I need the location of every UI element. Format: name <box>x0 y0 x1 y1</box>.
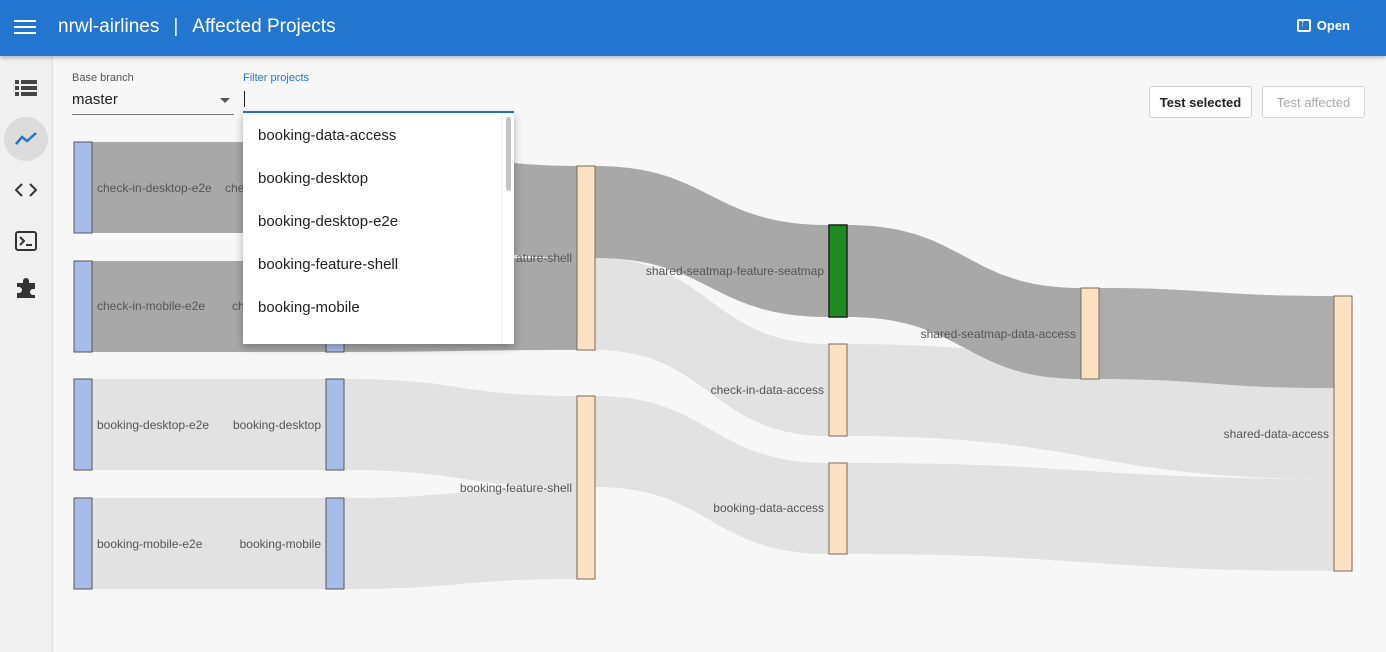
sidebar-item-generate[interactable] <box>4 168 48 212</box>
title-separator: | <box>173 16 179 37</box>
sidebar <box>0 56 53 652</box>
node-booking-mobile-e2e[interactable] <box>73 497 93 590</box>
sidebar-item-tasks[interactable] <box>4 219 48 263</box>
sidebar-item-affected[interactable] <box>4 117 48 161</box>
label-shared-seatmap-data-access: shared-seatmap-data-access <box>921 327 1076 341</box>
page-title-text: Affected Projects <box>192 16 336 37</box>
menu-icon[interactable] <box>14 17 36 37</box>
open-button-label: Open <box>1316 18 1350 33</box>
label-booking-desktop-e2e: booking-desktop-e2e <box>97 418 209 432</box>
node-booking-data-access[interactable] <box>828 462 848 555</box>
page-title: nrwl-airlines | Affected Projects <box>58 16 336 38</box>
autocomplete-option[interactable]: booking-desktop <box>258 170 368 187</box>
label-check-in-data-access: check-in-data-access <box>711 383 824 397</box>
autocomplete-option[interactable]: booking-feature-shell <box>258 256 398 273</box>
link-booking-data-access-to-shared-data-access <box>847 463 1334 571</box>
filter-projects-label: Filter projects <box>243 72 310 84</box>
base-branch-label: Base branch <box>72 72 134 84</box>
code-icon <box>15 183 37 197</box>
sidebar-item-extensions[interactable] <box>4 266 48 310</box>
label-check-in-feature-shell-partial: ature-shell <box>516 251 572 265</box>
label-booking-mobile: booking-mobile <box>240 537 322 551</box>
filter-autocomplete-panel: booking-data-access booking-desktop book… <box>243 113 514 344</box>
node-booking-feature-shell[interactable] <box>576 395 596 580</box>
autocomplete-option[interactable]: booking-data-access <box>258 127 396 144</box>
chevron-down-icon <box>220 98 230 103</box>
base-branch-select[interactable]: master <box>72 90 234 115</box>
label-booking-data-access: booking-data-access <box>713 501 824 515</box>
puzzle-icon <box>17 278 35 298</box>
open-button[interactable]: Open <box>1296 17 1350 33</box>
open-in-new-icon <box>1296 17 1311 32</box>
node-booking-mobile[interactable] <box>325 497 345 590</box>
node-shared-seatmap-data-access[interactable] <box>1080 287 1100 380</box>
text-cursor <box>244 91 245 107</box>
label-check-in-desktop-partial: che <box>225 181 245 195</box>
link-booking-mobile-to-booking-feature-shell <box>344 487 577 589</box>
label-booking-desktop: booking-desktop <box>233 418 321 432</box>
label-shared-seatmap-feature-seatmap: shared-seatmap-feature-seatmap <box>646 264 824 278</box>
scrollbar-thumb[interactable] <box>506 117 511 191</box>
node-check-in-data-access[interactable] <box>828 343 848 437</box>
node-check-in-desktop-e2e[interactable] <box>73 141 93 234</box>
node-check-in-feature-shell[interactable] <box>576 165 596 351</box>
top-app-bar: nrwl-airlines | Affected Projects Open <box>0 0 1386 56</box>
autocomplete-option[interactable]: booking-desktop-e2e <box>258 213 398 230</box>
base-branch-value: master <box>72 91 118 108</box>
autocomplete-option[interactable]: booking-mobile <box>258 299 360 316</box>
node-booking-desktop-e2e[interactable] <box>73 378 93 471</box>
trending-icon <box>15 132 37 145</box>
label-shared-data-access: shared-data-access <box>1224 427 1329 441</box>
app-name: nrwl-airlines <box>58 16 160 37</box>
label-check-in-mobile-e2e: check-in-mobile-e2e <box>97 299 205 313</box>
label-booking-feature-shell: booking-feature-shell <box>460 481 572 495</box>
sidebar-item-projects[interactable] <box>4 66 48 110</box>
label-check-in-desktop-e2e: check-in-desktop-e2e <box>97 181 212 195</box>
test-affected-button[interactable]: Test affected <box>1262 86 1365 118</box>
list-icon <box>15 80 37 96</box>
link-booking-desktop-to-booking-feature-shell <box>344 379 577 487</box>
node-check-in-mobile-e2e[interactable] <box>73 260 93 353</box>
terminal-icon <box>15 231 37 251</box>
link-seatmap-feature-to-shared-data-access-dark <box>1099 288 1334 388</box>
node-shared-data-access[interactable] <box>1333 295 1353 572</box>
test-selected-button[interactable]: Test selected <box>1149 86 1252 118</box>
label-booking-mobile-e2e: booking-mobile-e2e <box>97 537 203 551</box>
filter-projects-input[interactable] <box>243 88 514 113</box>
node-booking-desktop[interactable] <box>325 378 345 471</box>
node-shared-seatmap-feature-seatmap[interactable] <box>828 224 848 318</box>
